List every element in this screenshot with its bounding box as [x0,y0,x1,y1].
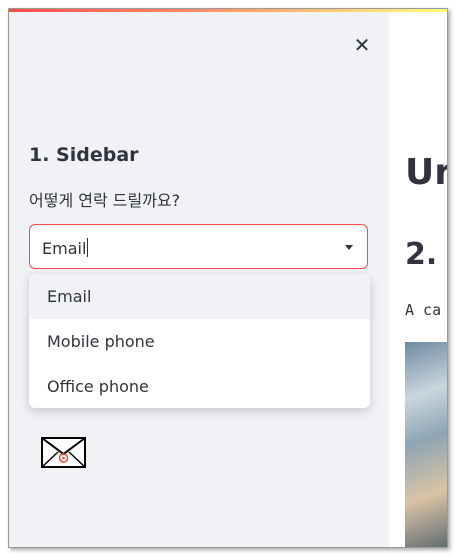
main-subtitle: 2. ( [405,237,447,272]
close-sidebar-button[interactable]: ✕ [347,30,377,60]
sidebar-title: 1. Sidebar [29,144,139,166]
main-text: A ca [405,301,442,319]
contact-method-select[interactable]: Email [29,224,368,269]
option-office-phone[interactable]: Office phone [29,364,370,408]
envelope-icon [41,437,86,468]
option-email[interactable]: Email [29,274,370,319]
sidebar: ✕ 1. Sidebar 어떻게 연락 드릴까요? Email Email Mo… [9,12,389,547]
select-label: 어떻게 연락 드릴까요? [29,191,181,210]
close-icon: ✕ [353,33,371,57]
text-cursor [87,238,89,257]
option-mobile-phone[interactable]: Mobile phone [29,319,370,364]
main-title: Ur [405,152,447,193]
main-content: Ur 2. ( A ca [389,12,447,547]
main-image [405,342,447,547]
select-dropdown-menu: Email Mobile phone Office phone [29,274,370,408]
select-current-value[interactable]: Email [42,238,89,258]
app-window: ✕ 1. Sidebar 어떻게 연락 드릴까요? Email Email Mo… [8,8,448,548]
chevron-down-icon[interactable] [345,245,353,250]
